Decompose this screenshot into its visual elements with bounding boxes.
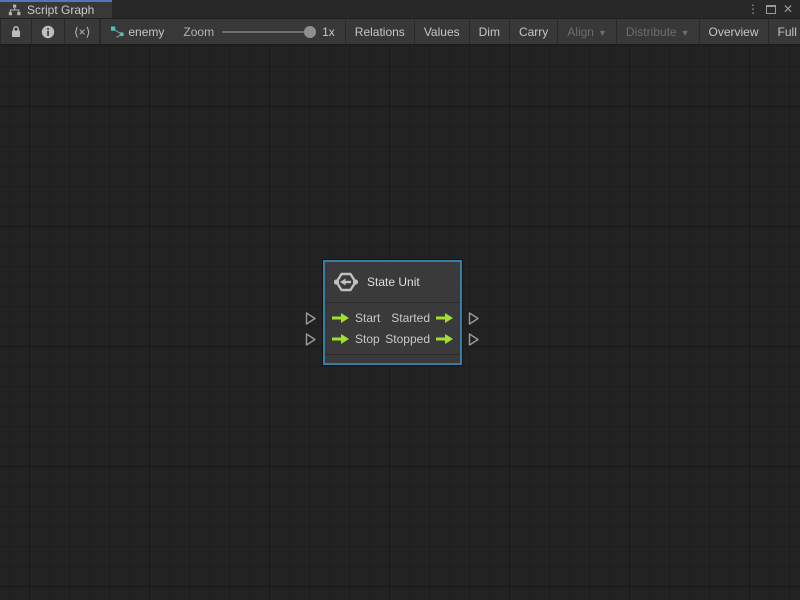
tab-strip: Script Graph ⋮ ✕ — [0, 0, 800, 19]
port-row: Stop Stopped — [325, 328, 460, 349]
input-port-label: Stop — [355, 331, 380, 346]
carry-button[interactable]: Carry — [510, 19, 559, 44]
overview-button[interactable]: Overview — [700, 19, 769, 44]
node-footer — [325, 354, 460, 363]
dim-label: Dim — [478, 24, 500, 39]
relations-label: Relations — [354, 24, 405, 39]
flow-arrow-icon[interactable] — [436, 333, 453, 344]
chevron-down-icon: ▼ — [597, 27, 607, 38]
zoom-control: Zoom 1x — [173, 19, 344, 44]
angle-brackets-icon: ⟨×⟩ — [74, 24, 91, 39]
script-graph-icon — [8, 4, 21, 16]
port-row: Start Started — [325, 307, 460, 328]
started-output-port[interactable] — [468, 312, 480, 325]
info-icon — [41, 25, 55, 39]
chevron-down-icon: ▼ — [680, 27, 690, 38]
dim-button[interactable]: Dim — [470, 19, 510, 44]
zoom-label: Zoom — [183, 24, 215, 39]
tab-title: Script Graph — [27, 3, 95, 17]
close-icon[interactable]: ✕ — [783, 3, 793, 15]
input-port-label: Start — [355, 310, 381, 325]
full-screen-button[interactable]: Full Screen — [769, 19, 800, 44]
menu-kebab-icon[interactable]: ⋮ — [747, 3, 759, 15]
distribute-dropdown[interactable]: Distribute ▼ — [617, 19, 700, 44]
align-dropdown[interactable]: Align ▼ — [558, 19, 617, 44]
zoom-value: 1x — [322, 24, 335, 39]
lock-button[interactable] — [0, 19, 32, 44]
start-input-port[interactable] — [305, 312, 317, 325]
node-header[interactable]: State Unit — [325, 262, 460, 303]
zoom-slider-handle[interactable] — [304, 25, 317, 38]
tab-script-graph[interactable]: Script Graph — [0, 0, 112, 18]
stop-input-port[interactable] — [305, 333, 317, 346]
graph-asset-icon — [110, 25, 125, 39]
flow-arrow-icon[interactable] — [332, 312, 349, 323]
carry-label: Carry — [518, 24, 549, 39]
align-label: Align — [567, 24, 594, 39]
graph-asset-button[interactable]: enemy — [101, 19, 173, 44]
lock-icon — [10, 25, 22, 38]
stopped-output-port[interactable] — [468, 333, 480, 346]
zoom-slider[interactable] — [222, 25, 317, 38]
graph-canvas[interactable]: State Unit Start Started Stop Stopped — [0, 45, 800, 600]
flow-arrow-icon[interactable] — [332, 333, 349, 344]
state-unit-icon — [334, 271, 358, 293]
flow-arrow-icon[interactable] — [436, 312, 453, 323]
node-title: State Unit — [367, 275, 420, 289]
distribute-label: Distribute — [625, 24, 677, 39]
values-label: Values — [423, 24, 460, 39]
toolbar-right-cluster: Relations Values Dim Carry Align ▼ Distr… — [344, 19, 800, 44]
inspect-code-button[interactable]: ⟨×⟩ — [65, 19, 101, 44]
output-port-label: Started — [391, 310, 430, 325]
toolbar: ⟨×⟩ enemy Zoom 1x Relations Values Dim C… — [0, 19, 800, 45]
graph-name-label: enemy — [128, 24, 165, 39]
overview-label: Overview — [708, 24, 759, 39]
info-button[interactable] — [32, 19, 65, 44]
output-port-label: Stopped — [385, 331, 430, 346]
values-button[interactable]: Values — [415, 19, 470, 44]
relations-button[interactable]: Relations — [344, 19, 415, 44]
maximize-icon[interactable] — [765, 4, 776, 14]
full-screen-label: Full Screen — [777, 24, 800, 39]
node-body: Start Started Stop Stopped — [325, 303, 460, 354]
window-controls: ⋮ ✕ — [747, 0, 800, 18]
state-unit-node[interactable]: State Unit Start Started Stop Stopped — [305, 260, 479, 365]
